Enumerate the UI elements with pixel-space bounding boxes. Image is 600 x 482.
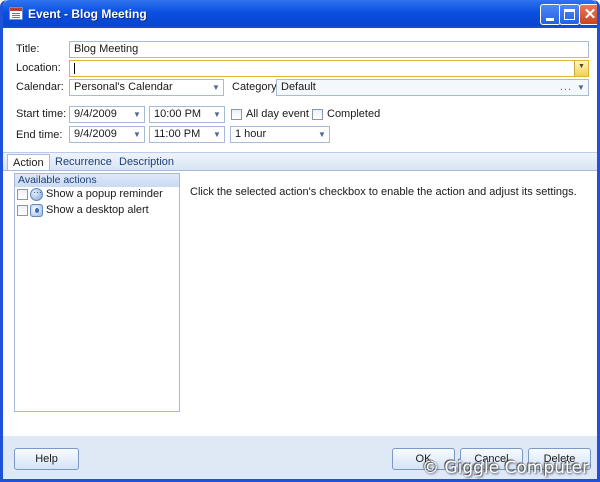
chevron-down-icon: ▼	[133, 110, 141, 119]
category-label: Category:	[232, 81, 280, 93]
popup-reminder-icon	[30, 185, 43, 201]
end-date-value: 9/4/2009	[74, 128, 117, 140]
start-time-select[interactable]: 10:00 PM ▼	[149, 106, 225, 123]
calendar-value: Personal's Calendar	[74, 81, 173, 93]
chevron-down-icon: ▼	[577, 83, 585, 92]
chevron-down-icon: ▼	[318, 130, 326, 139]
title-label: Title:	[16, 43, 40, 55]
button-bar: Help OK Cancel Delete © Giggle Computer	[3, 436, 597, 479]
start-time-label: Start time:	[16, 108, 67, 120]
list-item[interactable]: Show a popup reminder	[15, 185, 179, 203]
location-input[interactable]	[69, 60, 589, 77]
event-window: Event - Blog Meeting ✕ Title: Blog Meeti…	[0, 0, 600, 482]
action-panel: Available actions Show a popup reminder …	[3, 170, 597, 436]
chevron-down-icon: ▼	[133, 130, 141, 139]
start-date-value: 9/4/2009	[74, 108, 117, 120]
start-time-value: 10:00 PM	[154, 108, 202, 120]
completed-label: Completed	[327, 108, 381, 120]
text-cursor	[74, 62, 75, 74]
popup-reminder-label: Show a popup reminder	[46, 188, 163, 200]
category-more-button[interactable]: ...	[560, 81, 572, 93]
location-label: Location:	[16, 62, 61, 74]
window-title: Event - Blog Meeting	[28, 7, 147, 21]
end-date-picker[interactable]: 9/4/2009 ▼	[69, 126, 145, 143]
all-day-label: All day event	[246, 108, 309, 120]
category-value: Default	[281, 81, 316, 93]
chevron-down-icon: ▼	[213, 130, 221, 139]
tab-description[interactable]: Description	[114, 154, 179, 171]
list-item[interactable]: Show a desktop alert	[15, 203, 179, 219]
end-time-value: 11:00 PM	[154, 128, 201, 140]
duration-value: 1 hour	[235, 128, 267, 140]
title-bar[interactable]: Event - Blog Meeting ✕	[3, 0, 597, 28]
calendar-app-icon	[9, 7, 23, 20]
all-day-checkbox[interactable]	[231, 109, 242, 120]
popup-reminder-checkbox[interactable]	[17, 189, 28, 200]
tab-action[interactable]: Action	[7, 154, 50, 171]
calendar-select[interactable]: Personal's Calendar ▼	[69, 79, 224, 96]
location-dropdown-icon[interactable]	[574, 61, 588, 76]
minimize-button[interactable]	[540, 4, 561, 25]
category-select[interactable]: Default ... ▼	[276, 79, 589, 96]
close-icon: ✕	[583, 6, 597, 23]
maximize-icon	[564, 9, 575, 20]
maximize-button[interactable]	[559, 4, 580, 25]
duration-select[interactable]: 1 hour ▼	[230, 126, 330, 143]
desktop-alert-label: Show a desktop alert	[46, 204, 149, 216]
tab-recurrence[interactable]: Recurrence	[50, 154, 117, 171]
close-button[interactable]: ✕	[579, 4, 597, 25]
event-form: Title: Blog Meeting Location: Calendar: …	[3, 28, 597, 152]
desktop-alert-icon	[30, 204, 43, 217]
end-time-label: End time:	[16, 129, 63, 141]
calendar-label: Calendar:	[16, 81, 64, 93]
completed-checkbox[interactable]	[312, 109, 323, 120]
help-button[interactable]: Help	[14, 448, 79, 470]
end-time-select[interactable]: 11:00 PM ▼	[149, 126, 225, 143]
start-date-picker[interactable]: 9/4/2009 ▼	[69, 106, 145, 123]
title-input[interactable]: Blog Meeting	[69, 41, 589, 58]
minimize-icon	[546, 18, 554, 21]
chevron-down-icon: ▼	[212, 83, 220, 92]
action-hint-text: Click the selected action's checkbox to …	[190, 186, 577, 198]
watermark: © Giggle Computer	[422, 458, 589, 478]
available-actions-list: Available actions Show a popup reminder …	[14, 173, 180, 412]
chevron-down-icon: ▼	[213, 110, 221, 119]
tab-strip: Action Recurrence Description	[3, 152, 597, 171]
desktop-alert-checkbox[interactable]	[17, 205, 28, 216]
